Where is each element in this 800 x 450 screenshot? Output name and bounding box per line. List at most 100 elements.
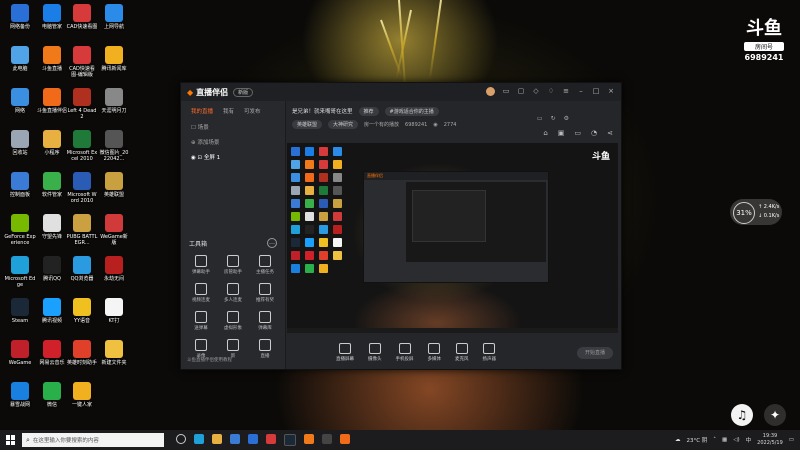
desktop-icon[interactable]: 网易云音乐 — [36, 340, 68, 366]
store-taskbar-icon[interactable] — [230, 434, 240, 444]
volume-icon[interactable]: ◁) — [733, 437, 739, 443]
settings-icon[interactable]: ⚙ — [564, 115, 569, 122]
desktop-icon[interactable]: 此电脑 — [4, 46, 36, 72]
more-icon[interactable]: … — [267, 238, 277, 248]
desktop-icon[interactable]: 新建文件夹 — [98, 340, 130, 366]
network-widget[interactable]: 31% ↑ 2.4K/s ↓ 0.1K/s — [730, 199, 782, 225]
desktop-icon[interactable]: WeGame — [4, 340, 36, 366]
desktop-icon[interactable]: 暴雪战网 — [4, 382, 36, 408]
camera-icon[interactable]: ▣ — [558, 129, 565, 137]
tool-item[interactable]: 弹幕助手 — [185, 255, 217, 275]
camera-button[interactable]: 摄像头 — [368, 342, 382, 362]
screen-icon[interactable]: ▭ — [574, 129, 581, 137]
user-avatar[interactable] — [486, 87, 495, 96]
tool-item[interactable]: 视频连麦 — [185, 283, 217, 303]
tag-topic[interactable]: #游戏适合你的主播 — [384, 107, 439, 116]
version-badge[interactable]: 新版 — [233, 87, 254, 97]
category-tag[interactable]: 英雄联盟 — [292, 120, 323, 129]
tutorial-link[interactable]: 斗鱼直播伴侣使用教程 — [187, 357, 232, 363]
network-icon[interactable]: ▦ — [722, 437, 727, 443]
desktop-icon[interactable]: Left 4 Dead 2 — [66, 88, 98, 120]
desktop-icon[interactable]: CAD快速看图 — [66, 4, 98, 30]
tool-item[interactable]: 多人连麦 — [217, 283, 249, 303]
desktop-icon[interactable]: 腾讯新闻库 — [98, 46, 130, 72]
edge-taskbar-icon[interactable] — [194, 434, 204, 444]
tool-item[interactable]: 推荐有奖 — [249, 283, 281, 303]
desktop-icon[interactable]: PUBG BATTLEGR... — [66, 214, 98, 246]
media-button[interactable]: 多媒体 — [428, 342, 441, 362]
shirt-icon[interactable]: ♢ — [547, 87, 555, 95]
notification-icon[interactable]: ▭ — [789, 437, 794, 443]
desktop-icon[interactable]: 斗鱼直播 — [36, 46, 68, 72]
tool-item[interactable]: 弹幕库 — [249, 311, 281, 331]
gift-icon[interactable]: ◇ — [532, 87, 540, 95]
subcategory-tag[interactable]: 大神研究 — [328, 120, 359, 129]
tool-item[interactable]: 送弹幕 — [185, 311, 217, 331]
steam-taskbar-icon[interactable] — [284, 434, 296, 446]
desktop-icon[interactable]: Microsoft Excel 2010 — [66, 130, 98, 162]
desktop-icon[interactable]: 英雄联盟 — [98, 172, 130, 198]
add-scene-item[interactable]: ⊕ 添加场景 — [181, 136, 285, 151]
menu-icon[interactable]: ≡ — [562, 87, 570, 95]
maximize-icon[interactable]: □ — [592, 87, 600, 95]
music-icon[interactable]: ♫ — [731, 404, 753, 426]
desktop-icon[interactable]: 微信图片_2022042... — [98, 130, 130, 162]
weather-icon[interactable]: ☁ — [675, 437, 681, 443]
desktop-icon[interactable]: 天涯明月刀 — [98, 88, 130, 114]
desktop-icon[interactable]: 斗鱼直播伴侣 — [36, 88, 68, 114]
desktop-icon[interactable]: 一键人家 — [66, 382, 98, 408]
desktop-icon[interactable]: 控制面板 — [4, 172, 36, 198]
desktop-icon[interactable]: 网络 — [4, 88, 36, 114]
desktop-icon[interactable]: 小程序 — [36, 130, 68, 156]
desktop-icon[interactable]: CAD快速看图-编辑版 — [66, 46, 98, 78]
desktop-icon[interactable]: QQ浏览器 — [66, 256, 98, 282]
scene-item-fullscreen[interactable]: ◉ ⊡ 全屏 1 — [181, 151, 285, 166]
clock[interactable]: 19:39 2022/5/19 — [757, 433, 783, 447]
tool-item[interactable]: 新 — [217, 339, 249, 359]
tool-item[interactable]: 虚拟形象 — [217, 311, 249, 331]
desktop-icon[interactable]: 回收站 — [4, 130, 36, 156]
microphone-button[interactable]: 麦克风 — [455, 342, 469, 362]
tool-item[interactable]: 直播 — [249, 339, 281, 359]
desktop-icon[interactable]: 微信 — [36, 382, 68, 408]
companion-taskbar-icon[interactable] — [340, 434, 350, 444]
desktop-icon[interactable]: 永劫无间 — [98, 256, 130, 282]
obs-taskbar-icon[interactable] — [322, 434, 332, 444]
stream-title[interactable]: 是兄弟！就来嘴哥在这里 — [292, 107, 353, 116]
desktop-icon[interactable]: Microsoft Edge — [4, 256, 36, 288]
desktop-icon[interactable]: 守望先锋 — [36, 214, 68, 240]
tool-item[interactable]: 房管助手 — [217, 255, 249, 275]
window-titlebar[interactable]: ◆ 直播伴侣 新版 ▭ ▢ ◇ ♢ ≡ – □ × — [181, 83, 621, 101]
close-icon[interactable]: × — [607, 87, 615, 95]
mascot-icon[interactable]: ✦ — [764, 404, 786, 426]
desktop-icon[interactable]: KT打 — [98, 298, 130, 324]
minimize-icon[interactable]: – — [577, 87, 585, 95]
desktop-icon[interactable]: GeForce Experience — [4, 214, 36, 246]
weather-text[interactable]: 23°C 阴 — [686, 436, 707, 444]
tab-mine[interactable]: 我有 — [223, 107, 234, 115]
desktop-icon[interactable]: 腾讯视频 — [36, 298, 68, 324]
tab-publish[interactable]: 可发布 — [244, 107, 261, 115]
phone-cast-button[interactable]: 手机投屏 — [396, 342, 414, 362]
chat-icon[interactable]: ▢ — [517, 87, 525, 95]
speaker-button[interactable]: 扬声器 — [483, 342, 496, 362]
desktop-icon[interactable]: 上网导航 — [98, 4, 130, 30]
taskbar-search[interactable]: ⌕ 在这里输入你要搜索的内容 — [22, 433, 164, 447]
desktop-icon[interactable]: 英雄时刻助手 — [66, 340, 98, 366]
desktop-icon[interactable]: 软件管家 — [36, 172, 68, 198]
douyu-taskbar-icon[interactable] — [304, 434, 314, 444]
bell-icon[interactable]: ◔ — [591, 129, 597, 137]
desktop-icon[interactable]: 网络备份 — [4, 4, 36, 30]
desktop-icon[interactable]: 腾讯QQ — [36, 256, 68, 282]
desktop-icon[interactable]: 电脑管家 — [36, 4, 68, 30]
desktop-icon[interactable]: Microsoft Word 2010 — [66, 172, 98, 204]
record-icon[interactable]: ▭ — [537, 115, 543, 122]
tool-item[interactable]: 主播任务 — [249, 255, 281, 275]
tray-chevron-icon[interactable]: ˄ — [713, 437, 716, 443]
start-live-button[interactable]: 开始直播 — [577, 347, 613, 359]
input-method[interactable]: 中 — [746, 436, 752, 444]
stream-preview[interactable]: 斗鱼 直播伴侣 — [287, 143, 618, 333]
message-icon[interactable]: ▭ — [502, 87, 510, 95]
mail-taskbar-icon[interactable] — [248, 434, 258, 444]
desktop-icon[interactable]: WeGame新版 — [98, 214, 130, 246]
